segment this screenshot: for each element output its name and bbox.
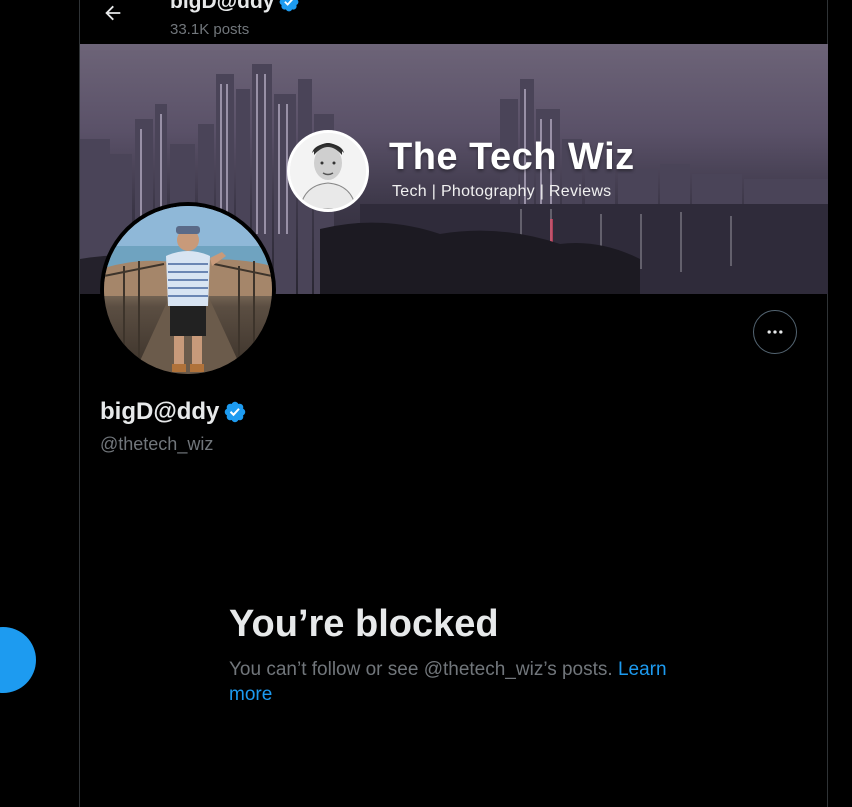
blocked-message-text: You can’t follow or see @thetech_wiz’s p… (229, 659, 613, 680)
blocked-message: You can’t follow or see @thetech_wiz’s p… (229, 657, 699, 707)
verified-badge-icon (280, 0, 299, 12)
header-name: bigD@ddy (170, 0, 300, 14)
back-button[interactable] (98, 0, 128, 26)
header-post-count: 33.1K posts (170, 21, 250, 38)
header-name-text: bigD@ddy (170, 0, 275, 13)
more-options-button[interactable] (753, 310, 797, 354)
banner-logo-avatar (287, 130, 369, 212)
profile-column: bigD@ddy 33.1K posts The Tech Wiz Tech |… (79, 0, 828, 807)
banner-title: The Tech Wiz (389, 136, 635, 178)
arrow-left-icon (105, 5, 121, 21)
profile-handle: @thetech_wiz (100, 434, 214, 454)
banner-subtitle: Tech | Photography | Reviews (392, 183, 612, 200)
display-name-text: bigD@ddy (100, 398, 220, 425)
verified-badge-icon[interactable] (223, 400, 247, 424)
profile-avatar[interactable] (100, 202, 276, 378)
profile-display-name: bigD@ddy (100, 398, 247, 426)
blocked-title: You’re blocked (229, 603, 499, 645)
more-horizontal-icon (767, 330, 783, 334)
floating-action-button[interactable] (0, 627, 36, 693)
avatar-photo (104, 206, 272, 374)
profile-header-bar: bigD@ddy 33.1K posts (80, 0, 827, 44)
